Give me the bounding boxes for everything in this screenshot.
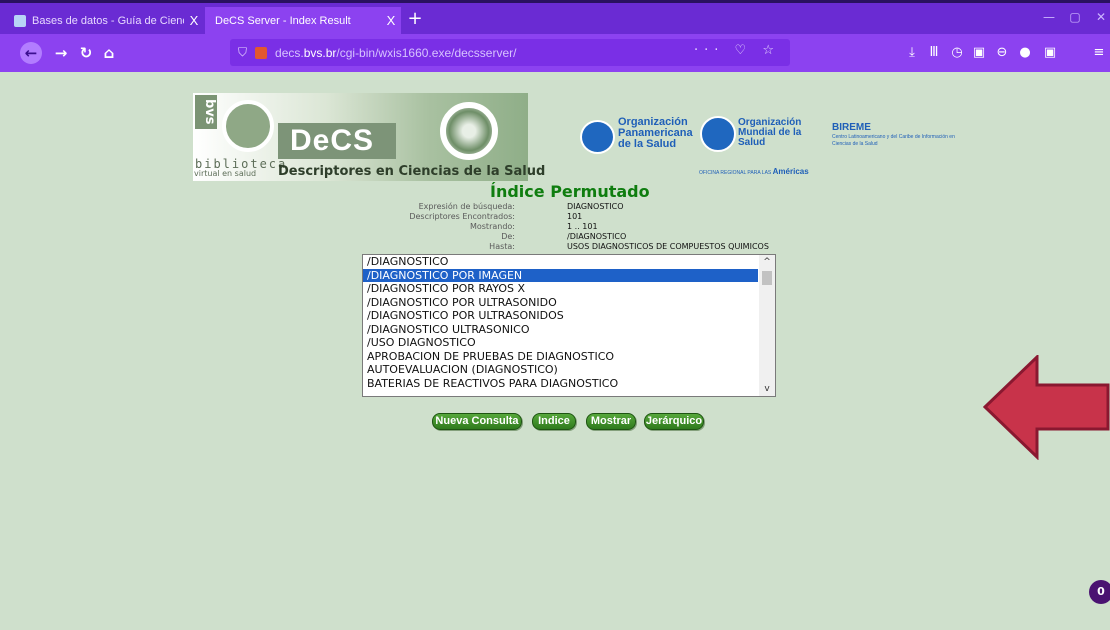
list-item[interactable]: /DIAGNOSTICO POR ULTRASONIDO — [363, 296, 758, 310]
bireme-logo-title: BIREME — [832, 122, 871, 133]
close-tab-icon[interactable]: X — [381, 13, 401, 28]
account-icon[interactable]: ⊖ — [993, 44, 1011, 62]
minimize-icon[interactable]: — — [1040, 10, 1058, 26]
scroll-up-icon[interactable]: ^ — [759, 255, 775, 269]
close-window-icon[interactable]: ✕ — [1092, 10, 1110, 26]
tab-title: DeCS Server - Index Result — [215, 14, 351, 27]
jerarquico-button[interactable]: Jerárquico — [644, 413, 704, 430]
download-icon[interactable]: ⤓ — [903, 44, 921, 62]
opas-globe-icon — [580, 120, 615, 154]
scroll-thumb[interactable] — [762, 271, 772, 285]
info-value: USOS DIAGNOSTICOS DE COMPUESTOS QUIMICOS — [567, 242, 769, 251]
oms-logo-text: Organización Mundial de la Salud — [738, 117, 802, 148]
info-key: Hasta: — [489, 242, 515, 251]
restore-icon[interactable]: ▢ — [1066, 10, 1084, 26]
insecure-lock-icon[interactable] — [255, 46, 268, 59]
sidebar-icon[interactable]: ▣ — [970, 44, 988, 62]
indice-button[interactable]: Indice — [532, 413, 576, 430]
address-bar[interactable]: ⛉ decs.bvs.br/cgi-bin/wxis1660.exe/decss… — [230, 39, 790, 66]
opas-logo-text: Organización Panamericana de la Salud — [618, 116, 693, 150]
list-scrollbar[interactable]: ^ v — [759, 255, 775, 396]
info-row-mostrando: Mostrando: 1 .. 101 — [320, 222, 970, 232]
bvs-ring-logo — [222, 100, 274, 152]
info-value: 101 — [567, 212, 583, 221]
decs-emblem-logo — [440, 102, 498, 160]
list-item[interactable]: AUTOEVALUACION (DIAGNOSTICO) — [363, 363, 758, 377]
oms-region-americas: Américas — [772, 167, 809, 176]
list-item[interactable]: BATERIAS DE REACTIVOS PARA DIAGNOSTICO — [363, 377, 758, 391]
url-path: /cgi-bin/wxis1660.exe/decsserver/ — [336, 45, 517, 60]
tab-decs-server[interactable]: DeCS Server - Index Result X — [205, 7, 401, 34]
page-actions[interactable]: ··· ♡ ☆ — [694, 43, 780, 58]
forward-icon[interactable]: → — [50, 42, 72, 64]
oms-region-small: OFICINA REGIONAL PARA LAS — [699, 170, 772, 176]
list-item[interactable]: /DIAGNOSTICO POR ULTRASONIDOS — [363, 309, 758, 323]
home-icon[interactable]: ⌂ — [98, 42, 120, 64]
new-tab-button[interactable]: + — [405, 9, 425, 29]
decs-logo-text: DeCS — [290, 124, 375, 157]
scroll-down-icon[interactable]: v — [759, 382, 775, 396]
navigation-toolbar: ← → ↻ ⌂ ⛉ decs.bvs.br/cgi-bin/wxis1660.e… — [0, 34, 1110, 72]
tab-bar-strip — [0, 0, 1110, 3]
info-row-de: De: /DIAGNOSTICO — [320, 232, 970, 242]
virtual-en-salud-label: virtual en salud — [194, 169, 257, 178]
nueva-consulta-button[interactable]: Nueva Consulta — [432, 413, 522, 430]
tab-bases-de-datos[interactable]: Bases de datos - Guía de Cienc X — [8, 7, 204, 34]
list-item[interactable]: APROBACION DE PRUEBAS DE DIAGNOSTICO — [363, 350, 758, 364]
tab-title: Bases de datos - Guía de Cienc — [32, 14, 184, 27]
index-title: Índice Permutado — [490, 182, 650, 201]
oms-globe-icon — [700, 116, 736, 152]
list-item[interactable]: /DIAGNOSTICO POR RAYOS X — [363, 282, 758, 296]
info-row-hasta: Hasta: USOS DIAGNOSTICOS DE COMPUESTOS Q… — [320, 242, 970, 252]
search-info: Expresión de búsqueda: DIAGNOSTICO Descr… — [320, 202, 1020, 254]
tab-bar: Bases de datos - Guía de Cienc X DeCS Se… — [0, 0, 1110, 34]
reload-icon[interactable]: ↻ — [75, 42, 97, 64]
pocket-icon[interactable]: ▣ — [1041, 44, 1059, 62]
info-key: De: — [501, 232, 515, 241]
descriptores-title: Descriptores en Ciencias de la Salud — [278, 164, 546, 179]
bireme-logo-subtitle: Centro Latinoamericano y del Caribe de I… — [832, 134, 955, 147]
info-row-encontrados: Descriptores Encontrados: 101 — [320, 212, 970, 222]
history-icon[interactable]: ◷ — [948, 44, 966, 62]
url-host-prefix: decs. — [275, 45, 304, 60]
info-key: Mostrando: — [469, 222, 515, 231]
list-item[interactable]: /USO DIAGNOSTICO — [363, 336, 758, 350]
url-text[interactable]: decs.bvs.br/cgi-bin/wxis1660.exe/decsser… — [275, 46, 516, 60]
list-item[interactable]: /DIAGNOSTICO ULTRASONICO — [363, 323, 758, 337]
bvs-logo: bvs — [195, 95, 217, 129]
info-value: DIAGNOSTICO — [567, 202, 624, 211]
back-icon[interactable]: ← — [20, 42, 42, 64]
term-listbox[interactable]: /DIAGNOSTICO /DIAGNOSTICO POR IMAGEN /DI… — [362, 254, 776, 397]
info-key: Expresión de búsqueda: — [418, 202, 515, 211]
close-tab-icon[interactable]: X — [184, 13, 204, 28]
info-value: /DIAGNOSTICO — [567, 232, 627, 241]
notification-badge[interactable]: 0 — [1089, 580, 1110, 604]
notification-icon[interactable]: ● — [1016, 44, 1034, 62]
list-item[interactable]: /DIAGNOSTICO — [363, 255, 758, 269]
tracking-shield-icon[interactable]: ⛉ — [238, 45, 247, 60]
library-icon[interactable]: Ⅲ — [925, 44, 943, 62]
oms-region-label: OFICINA REGIONAL PARA LAS Américas — [699, 167, 809, 176]
mostrar-button[interactable]: Mostrar — [586, 413, 636, 430]
info-value: 1 .. 101 — [567, 222, 598, 231]
database-favicon-icon — [14, 14, 26, 27]
left-arrow-annotation-icon — [983, 355, 1110, 460]
info-row-expresion: Expresión de búsqueda: DIAGNOSTICO — [320, 202, 970, 212]
info-key: Descriptores Encontrados: — [409, 212, 515, 221]
menu-icon[interactable]: ≡ — [1090, 44, 1108, 62]
list-item-selected[interactable]: /DIAGNOSTICO POR IMAGEN — [363, 268, 758, 282]
url-host-domain: bvs.br — [303, 45, 337, 60]
